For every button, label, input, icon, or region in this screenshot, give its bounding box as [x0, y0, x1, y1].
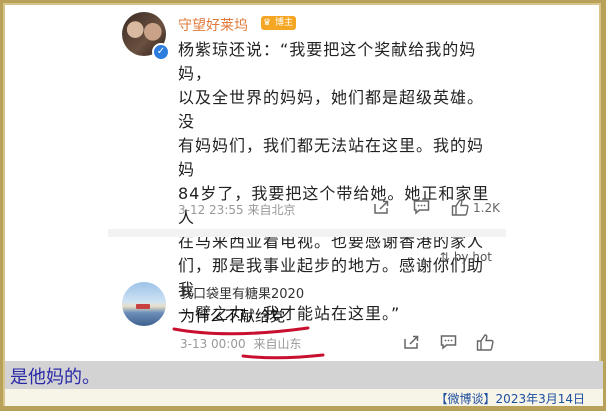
- comment-username[interactable]: 我口袋里有糖果2020: [180, 283, 304, 302]
- verified-icon: ✓: [152, 43, 170, 61]
- sort-icon: ⇅: [439, 250, 450, 264]
- boat-shape: [136, 304, 150, 309]
- like-count: 1.2K: [473, 201, 500, 215]
- commenter-avatar[interactable]: [122, 282, 166, 326]
- blogger-badge: ♛ 博主: [261, 16, 297, 30]
- like-icon[interactable]: [451, 199, 469, 216]
- sort-toggle[interactable]: ⇅ by hot: [440, 250, 492, 264]
- share-icon[interactable]: [373, 199, 389, 215]
- caption-bar: 是他妈的。: [5, 361, 603, 389]
- badge-label: 博主: [275, 18, 294, 28]
- footer-text: 【微博谈】2023年3月14日: [435, 392, 585, 406]
- comment-icon[interactable]: [413, 199, 430, 215]
- like-icon[interactable]: [476, 334, 494, 351]
- share-icon[interactable]: [403, 334, 419, 350]
- sort-label: by hot: [453, 250, 492, 264]
- weibo-post: ✓ 守望好莱坞 ♛ 博主 杨紫琼还说：“我要把这个奖献给我的妈妈， 以及全世界的…: [108, 5, 506, 323]
- weibo-screenshot: ✓ 守望好莱坞 ♛ 博主 杨紫琼还说：“我要把这个奖献给我的妈妈， 以及全世界的…: [108, 5, 506, 363]
- image-frame: ✓ 守望好莱坞 ♛ 博主 杨紫琼还说：“我要把这个奖献给我的妈妈， 以及全世界的…: [3, 3, 603, 406]
- post-meta: 3-12 23:55 来自北京: [178, 203, 296, 217]
- post-username[interactable]: 守望好莱坞: [178, 15, 248, 35]
- caption-text: 是他妈的。: [10, 367, 100, 388]
- comment-icon[interactable]: [440, 334, 457, 350]
- crown-icon: ♛: [263, 18, 272, 28]
- divider: [108, 229, 506, 237]
- footer-bar: 【微博谈】2023年3月14日: [5, 389, 603, 406]
- red-underline-location: [241, 353, 325, 360]
- red-underline-comment: [172, 326, 310, 336]
